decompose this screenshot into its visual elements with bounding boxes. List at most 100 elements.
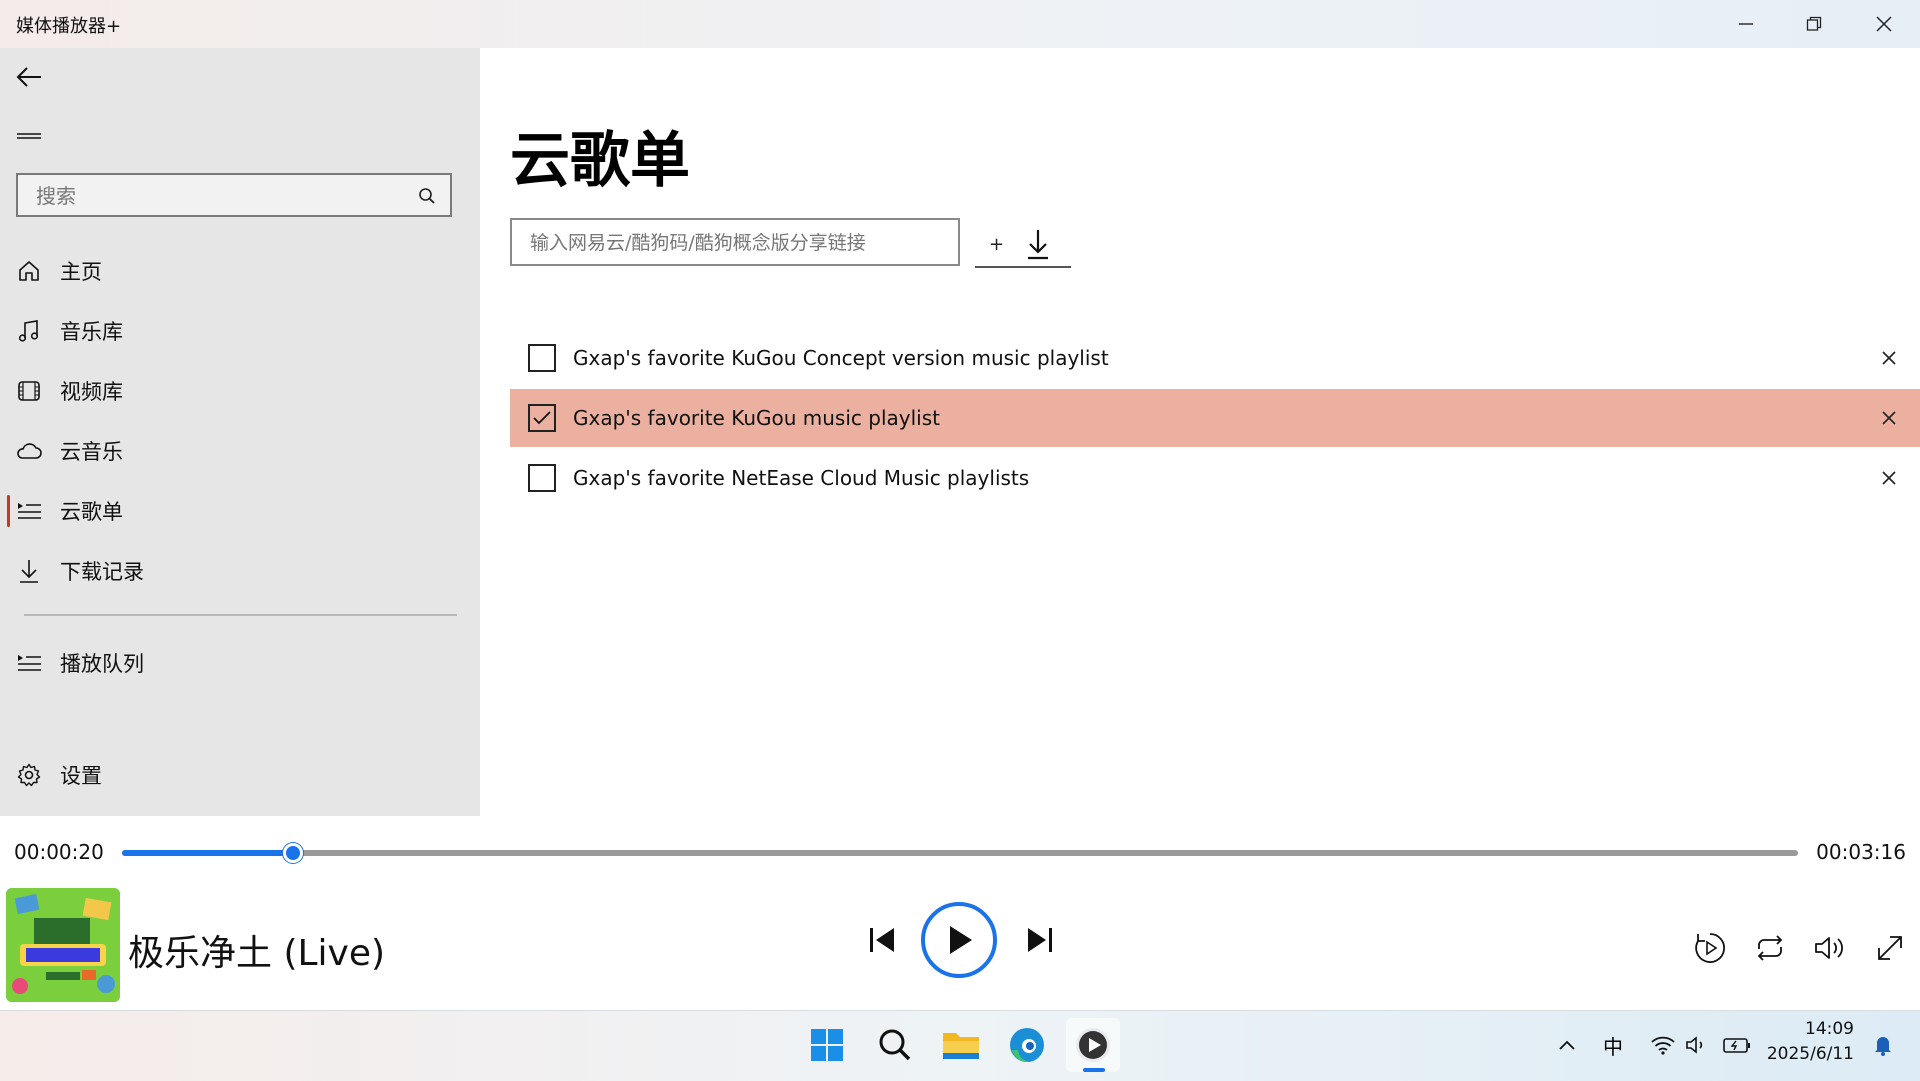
- seek-bar[interactable]: [122, 850, 1798, 856]
- minimize-button[interactable]: [1712, 0, 1780, 48]
- sidebar-item-cloud-music[interactable]: 云音乐: [0, 423, 480, 479]
- speaker-button[interactable]: [1682, 1030, 1712, 1060]
- media-player-icon: [1076, 1028, 1110, 1062]
- sidebar-item-settings[interactable]: 设置: [0, 747, 480, 803]
- home-icon: [14, 256, 44, 286]
- sidebar-item-label: 主页: [60, 260, 102, 284]
- playlist-checkbox[interactable]: [528, 344, 556, 372]
- restore-icon: [1806, 16, 1822, 31]
- search-icon[interactable]: [418, 187, 436, 205]
- restore-button[interactable]: [1780, 0, 1848, 48]
- playlist-row[interactable]: Gxap's favorite KuGou music playlist: [510, 389, 1920, 447]
- checkmark-icon: [533, 411, 551, 425]
- skip-next-icon: [1028, 928, 1052, 952]
- wifi-icon: [1651, 1036, 1675, 1055]
- sidebar-divider: [24, 614, 457, 616]
- expand-icon: [1878, 936, 1902, 960]
- sidebar-item-play-queue[interactable]: 播放队列: [0, 635, 480, 691]
- playlist-row[interactable]: Gxap's favorite NetEase Cloud Music play…: [510, 449, 1920, 507]
- gear-icon: [14, 760, 44, 790]
- back-arrow-icon: [16, 67, 41, 87]
- page-title: 云歌单: [510, 126, 690, 196]
- notification-button[interactable]: [1868, 1030, 1898, 1060]
- search-icon: [879, 1029, 911, 1061]
- close-icon: [1882, 411, 1896, 425]
- repeat-button[interactable]: [1748, 926, 1792, 970]
- sidebar-item-cloud-playlist[interactable]: 云歌单: [0, 483, 480, 539]
- battery-icon: [1723, 1038, 1750, 1053]
- playlist-checkbox[interactable]: [528, 404, 556, 432]
- start-button[interactable]: [800, 1018, 854, 1072]
- battery-button[interactable]: [1720, 1030, 1754, 1060]
- bell-icon: [1875, 1037, 1891, 1056]
- remove-playlist-button[interactable]: [1874, 343, 1904, 373]
- total-time: 00:03:16: [1816, 840, 1906, 864]
- elapsed-time: 00:00:20: [14, 840, 104, 864]
- speaker-icon: [1686, 1036, 1703, 1054]
- search-field[interactable]: [16, 173, 452, 217]
- chevron-up-icon: [1559, 1040, 1575, 1050]
- sidebar-item-music-library[interactable]: 音乐库: [0, 303, 480, 359]
- volume-icon: [1815, 937, 1843, 959]
- playlist-name: Gxap's favorite NetEase Cloud Music play…: [573, 466, 1030, 490]
- sidebar-item-home[interactable]: 主页: [0, 243, 480, 299]
- playlist-name: Gxap's favorite KuGou Concept version mu…: [573, 346, 1109, 370]
- sidebar-item-label: 设置: [60, 764, 102, 788]
- album-art[interactable]: [6, 888, 120, 1002]
- clock-time[interactable]: 14:09: [1805, 1019, 1854, 1039]
- skip-previous-icon: [870, 928, 894, 952]
- speed-icon: [1695, 933, 1726, 963]
- clock-date[interactable]: 2025/6/11: [1767, 1044, 1854, 1064]
- wifi-button[interactable]: [1648, 1030, 1678, 1060]
- edge-browser-icon: [1010, 1028, 1044, 1063]
- download-icon: [14, 556, 44, 586]
- seek-bar-fill: [122, 850, 293, 856]
- taskbar-search-button[interactable]: [868, 1018, 922, 1072]
- sidebar-item-label: 云歌单: [60, 500, 123, 524]
- active-app-indicator: [1083, 1068, 1105, 1072]
- add-label: +: [989, 234, 1005, 255]
- film-icon: [14, 376, 44, 406]
- title-bar: [0, 0, 1920, 48]
- playlist-icon: [14, 496, 44, 526]
- media-player-taskbar-button[interactable]: [1066, 1018, 1120, 1072]
- playback-speed-button[interactable]: [1688, 926, 1732, 970]
- remove-playlist-button[interactable]: [1874, 403, 1904, 433]
- cloud-icon: [14, 436, 44, 466]
- menu-button[interactable]: [14, 122, 44, 152]
- fullscreen-button[interactable]: [1868, 926, 1912, 970]
- seek-thumb[interactable]: [283, 843, 303, 863]
- playlist-row[interactable]: Gxap's favorite KuGou Concept version mu…: [510, 329, 1920, 387]
- sidebar-item-video-library[interactable]: 视频库: [0, 363, 480, 419]
- sidebar-item-label: 云音乐: [60, 440, 123, 464]
- sidebar-item-label: 下载记录: [60, 560, 144, 584]
- minimize-icon: [1739, 23, 1753, 25]
- app-title: 媒体播放器+: [16, 16, 122, 37]
- share-link-field[interactable]: [510, 218, 960, 266]
- input-method-indicator[interactable]: 中: [1598, 1030, 1628, 1060]
- hamburger-icon: [17, 133, 41, 139]
- play-button[interactable]: [921, 902, 997, 978]
- file-explorer-button[interactable]: [934, 1018, 988, 1072]
- previous-button[interactable]: [860, 918, 904, 962]
- add-playlist-button[interactable]: +: [975, 226, 1071, 268]
- sidebar-item-downloads[interactable]: 下载记录: [0, 543, 480, 599]
- share-link-input[interactable]: [528, 220, 952, 266]
- remove-playlist-button[interactable]: [1874, 463, 1904, 493]
- playlist-checkbox[interactable]: [528, 464, 556, 492]
- repeat-icon: [1757, 935, 1783, 961]
- sidebar-item-label: 播放队列: [60, 652, 144, 676]
- edge-browser-button[interactable]: [1000, 1018, 1054, 1072]
- queue-icon: [14, 648, 44, 678]
- close-icon: [1882, 351, 1896, 365]
- search-input[interactable]: [34, 175, 418, 217]
- close-window-button[interactable]: [1850, 0, 1918, 48]
- sidebar-item-label: 视频库: [60, 380, 123, 404]
- download-icon: [1028, 230, 1048, 260]
- back-button[interactable]: [14, 62, 44, 92]
- show-hidden-icons-button[interactable]: [1552, 1030, 1582, 1060]
- playlist-name: Gxap's favorite KuGou music playlist: [573, 406, 940, 430]
- next-button[interactable]: [1018, 918, 1062, 962]
- play-icon: [950, 926, 972, 954]
- volume-button[interactable]: [1808, 926, 1852, 970]
